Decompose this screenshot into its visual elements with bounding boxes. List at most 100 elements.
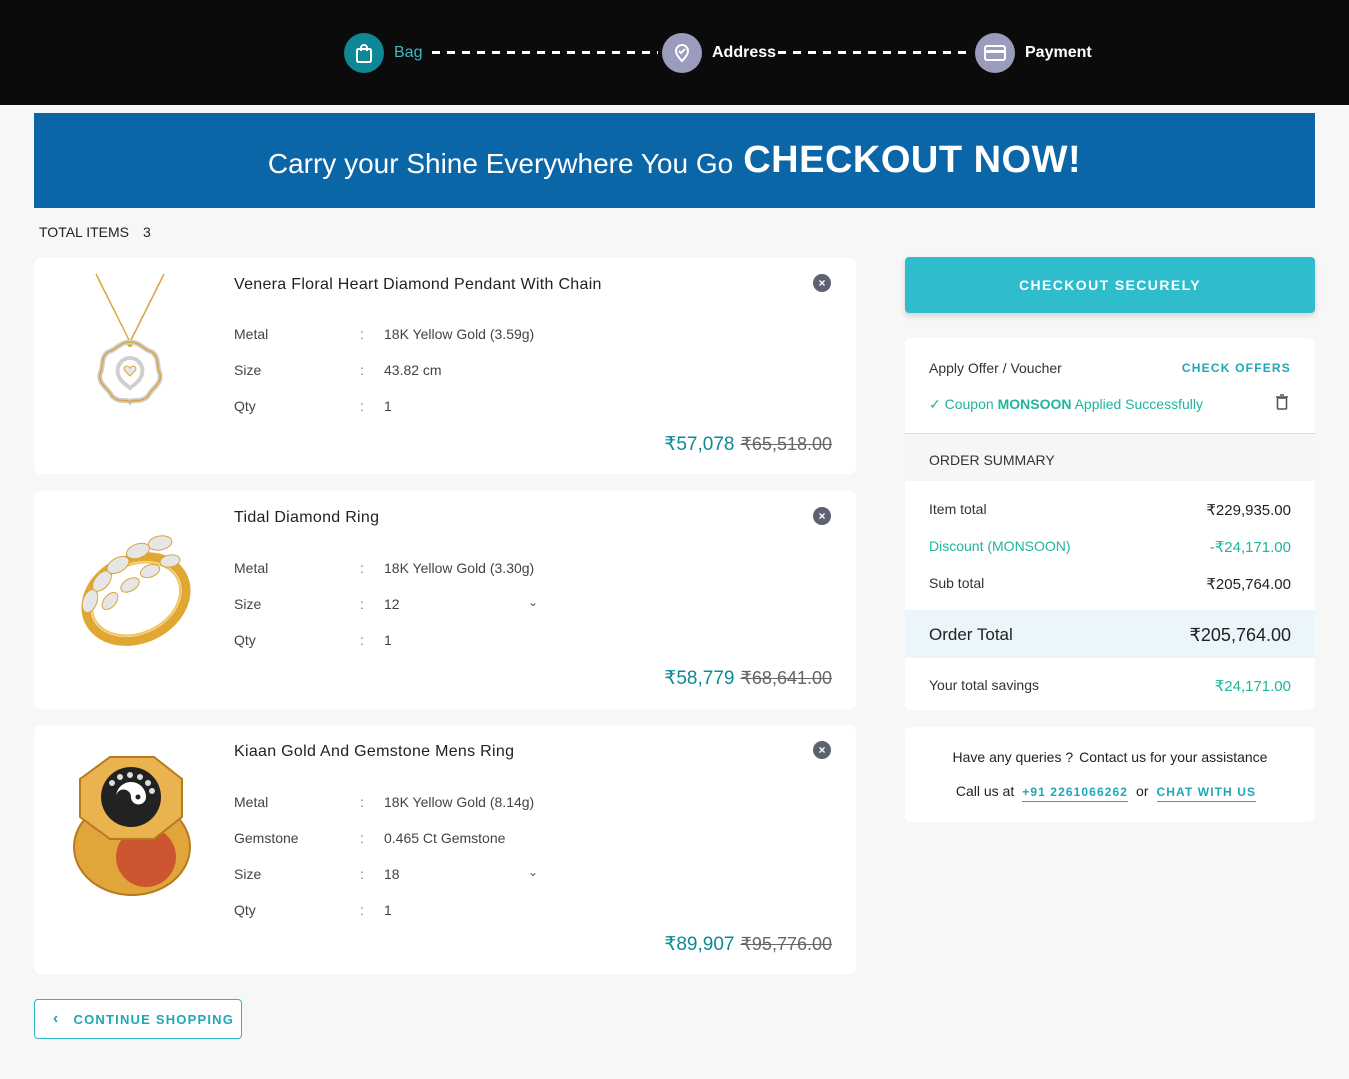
trash-icon[interactable] xyxy=(1275,394,1289,410)
item-price: ₹89,907 ₹95,776.00 xyxy=(664,933,832,956)
spec-colon: : xyxy=(360,902,364,918)
help-panel: Have any queries ? Contact us for your as… xyxy=(905,727,1315,822)
spec-value: 18K Yellow Gold (3.59g) xyxy=(384,326,535,342)
chat-with-us-link[interactable]: CHAT WITH US xyxy=(1156,785,1257,802)
spec-value: 43.82 cm xyxy=(384,362,442,378)
discounted-price: ₹58,779 xyxy=(664,668,735,689)
spec-key: Metal xyxy=(234,794,269,810)
coupon-prefix: Coupon xyxy=(944,396,994,412)
spec-value: 0.465 Ct Gemstone xyxy=(384,830,506,846)
remove-item-button[interactable]: × xyxy=(813,741,831,759)
checkout-stepper: Bag Address Payment xyxy=(0,0,1349,105)
spec-key: Qty xyxy=(234,902,256,918)
spec-value: 12 xyxy=(384,596,400,612)
spec-key: Size xyxy=(234,596,262,612)
remove-item-button[interactable]: × xyxy=(813,274,831,292)
item-total-value: ₹229,935.00 xyxy=(1206,502,1291,519)
coupon-code: MONSOON xyxy=(997,396,1072,412)
savings-value: ₹24,171.00 xyxy=(1214,678,1291,695)
order-total-value: ₹205,764.00 xyxy=(1189,625,1291,645)
spec-colon: : xyxy=(360,398,364,414)
ring-image[interactable] xyxy=(50,505,210,655)
subtotal-value: ₹205,764.00 xyxy=(1206,576,1291,593)
remove-item-button[interactable]: × xyxy=(813,507,831,525)
banner-text: Carry your Shine Everywhere You Go xyxy=(267,147,734,179)
discount-label: Discount (MONSOON) xyxy=(929,538,1071,554)
continue-shopping-label: CONTINUE SHOPPING xyxy=(73,1011,235,1027)
discounted-price: ₹57,078 xyxy=(664,434,735,455)
spec-key: Metal xyxy=(234,326,269,342)
discounted-price: ₹89,907 xyxy=(664,934,735,955)
order-summary-panel: Apply Offer / Voucher CHECK OFFERS ✓ Cou… xyxy=(905,338,1315,710)
spec-key: Qty xyxy=(234,632,256,648)
pendant-image[interactable] xyxy=(50,272,210,422)
subtotal-label: Sub total xyxy=(929,575,985,591)
total-items-label: TOTAL ITEMS xyxy=(39,224,129,240)
spec-value: 1 xyxy=(384,398,392,414)
cart-item: Kiaan Gold And Gemstone Mens Ring × Meta… xyxy=(34,725,856,974)
location-pin-icon xyxy=(662,33,702,73)
chevron-down-icon[interactable]: ⌄ xyxy=(528,865,538,879)
spec-key: Size xyxy=(234,362,262,378)
order-total-row: Order Total ₹205,764.00 xyxy=(905,610,1315,658)
item-title[interactable]: Kiaan Gold And Gemstone Mens Ring xyxy=(234,743,514,761)
spec-value: 18K Yellow Gold (3.30g) xyxy=(384,560,535,576)
savings-label: Your total savings xyxy=(929,677,1039,693)
step-connector xyxy=(778,51,972,54)
spec-colon: : xyxy=(360,794,364,810)
step-payment[interactable]: Payment xyxy=(975,33,1092,73)
continue-shopping-button[interactable]: ‹ CONTINUE SHOPPING xyxy=(34,999,242,1039)
spec-colon: : xyxy=(360,866,364,882)
checkout-securely-button[interactable]: CHECKOUT SECURELY xyxy=(905,257,1315,313)
help-question: Have any queries ? Contact us for your as… xyxy=(905,749,1315,765)
step-address-label: Address xyxy=(712,44,777,61)
order-total-label: Order Total xyxy=(929,625,1013,644)
shopping-bag-icon xyxy=(344,33,384,73)
spec-key: Metal xyxy=(234,560,269,576)
close-icon: × xyxy=(818,743,826,757)
step-bag-label: Bag xyxy=(394,44,423,61)
discount-value: -₹24,171.00 xyxy=(1209,539,1291,556)
item-title[interactable]: Tidal Diamond Ring xyxy=(234,509,379,527)
item-price: ₹58,779 ₹68,641.00 xyxy=(664,667,832,690)
original-price: ₹68,641.00 xyxy=(740,668,832,688)
item-title[interactable]: Venera Floral Heart Diamond Pendant With… xyxy=(234,276,602,294)
original-price: ₹95,776.00 xyxy=(740,934,832,954)
item-total-row: Item total ₹229,935.00 xyxy=(929,501,1291,519)
step-address[interactable]: Address xyxy=(662,33,776,73)
help-question-2: Contact us for your assistance xyxy=(1079,749,1268,765)
order-summary-heading: ORDER SUMMARY xyxy=(905,433,1315,481)
step-connector xyxy=(432,51,658,54)
spec-colon: : xyxy=(360,596,364,612)
help-contact-row: Call us at +91 2261066262 or CHAT WITH U… xyxy=(905,783,1315,802)
help-question-1: Have any queries ? xyxy=(952,749,1074,765)
coupon-suffix: Applied Successfully xyxy=(1074,396,1203,412)
spec-value: 18 xyxy=(384,866,400,882)
spec-colon: : xyxy=(360,362,364,378)
discount-row: Discount (MONSOON) -₹24,171.00 xyxy=(929,538,1291,556)
total-items-count: 3 xyxy=(142,224,151,240)
ring-image[interactable] xyxy=(50,739,210,905)
banner-cta: CHECKOUT NOW! xyxy=(743,139,1082,181)
spec-value: 1 xyxy=(384,902,392,918)
check-offers-link[interactable]: CHECK OFFERS xyxy=(1182,361,1291,375)
cart-item: Tidal Diamond Ring × Metal: 18K Yellow Go… xyxy=(34,491,856,709)
credit-card-icon xyxy=(975,33,1015,73)
chevron-down-icon[interactable]: ⌄ xyxy=(528,595,538,609)
close-icon: × xyxy=(818,276,826,290)
or-text: or xyxy=(1136,783,1149,799)
promo-banner[interactable]: Carry your Shine Everywhere You Go CHECK… xyxy=(34,113,1315,208)
call-label: Call us at xyxy=(955,783,1015,799)
phone-link[interactable]: +91 2261066262 xyxy=(1022,785,1129,802)
spec-colon: : xyxy=(360,560,364,576)
original-price: ₹65,518.00 xyxy=(740,434,832,454)
spec-colon: : xyxy=(360,326,364,342)
spec-colon: : xyxy=(360,632,364,648)
spec-colon: : xyxy=(360,830,364,846)
item-price: ₹57,078 ₹65,518.00 xyxy=(664,433,832,456)
step-bag[interactable]: Bag xyxy=(344,33,422,73)
chevron-left-icon: ‹ xyxy=(53,1010,60,1027)
subtotal-row: Sub total ₹205,764.00 xyxy=(929,575,1291,593)
savings-row: Your total savings ₹24,171.00 xyxy=(929,677,1291,695)
checkmark-icon: ✓ xyxy=(929,396,941,412)
